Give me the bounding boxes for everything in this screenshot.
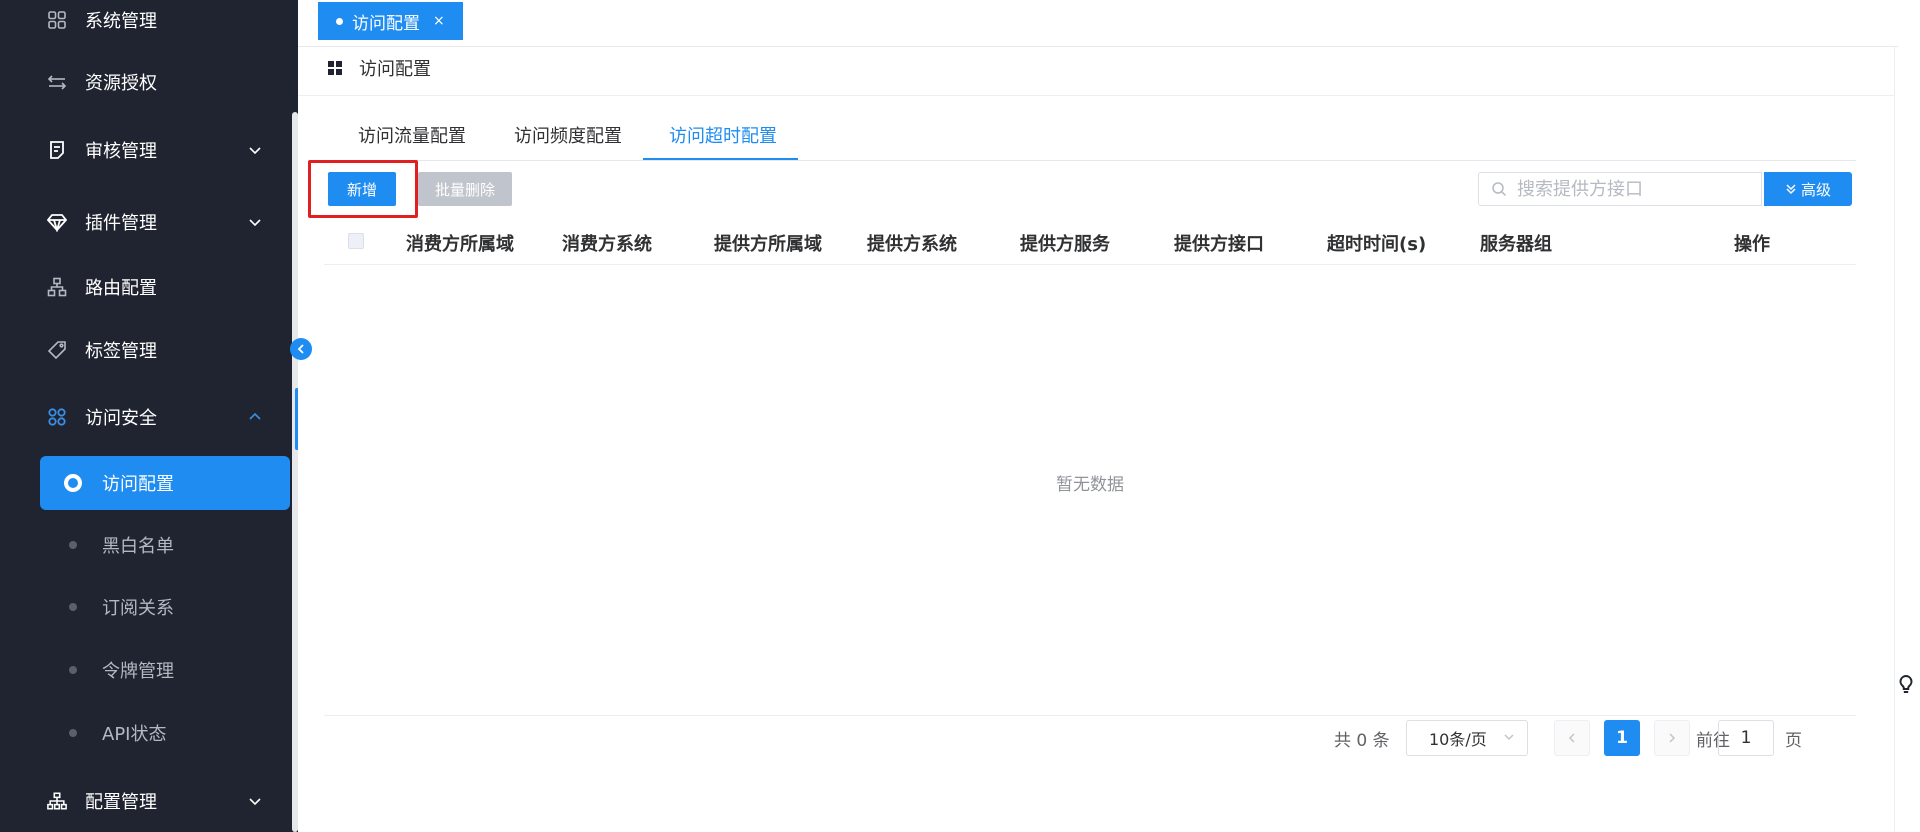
sidebar-subitem-label: 订阅关系 <box>102 598 174 619</box>
advanced-search-button[interactable]: 高级 <box>1764 172 1852 206</box>
sidebar-subitem-tokens[interactable]: 令牌管理 <box>40 643 290 697</box>
diamond-icon <box>47 212 67 232</box>
active-tab-indicator <box>643 158 798 160</box>
tab-traffic-config[interactable]: 访问流量配置 <box>358 110 466 160</box>
search-icon <box>1492 182 1507 197</box>
column-header[interactable]: 提供方系统 <box>867 222 957 264</box>
sidebar-item-tags[interactable]: 标签管理 <box>0 321 298 379</box>
advanced-search-label: 高级 <box>1800 180 1831 199</box>
sidebar-item-access-security[interactable]: 访问安全 <box>0 388 298 446</box>
tag-dot-icon <box>336 17 343 25</box>
bullet-icon <box>69 541 77 549</box>
bullet-icon <box>69 603 77 611</box>
page-size-select[interactable]: 10条/页 <box>1406 720 1528 756</box>
tag-bar: 访问配置 × <box>298 0 1898 47</box>
sidebar-subitem-blackwhite-list[interactable]: 黑白名单 <box>40 518 290 572</box>
sidebar-item-system[interactable]: 系统管理 <box>0 0 298 49</box>
sidebar-item-audit[interactable]: 审核管理 <box>0 121 298 179</box>
page-tag-label: 访问配置 <box>352 13 420 34</box>
goto-page-input[interactable]: 1 <box>1718 720 1774 756</box>
sidebar-item-label: 路由配置 <box>85 278 157 299</box>
column-header[interactable]: 提供方接口 <box>1174 222 1264 264</box>
sidebar-item-config-management[interactable]: 配置管理 <box>0 772 298 830</box>
collapse-sidebar-button[interactable] <box>290 338 312 360</box>
column-header[interactable]: 提供方服务 <box>1020 222 1110 264</box>
page-size-value: 10条/页 <box>1429 730 1487 749</box>
bullet-icon <box>69 666 77 674</box>
chevron-right-icon <box>1669 733 1676 743</box>
config-tabs: 访问流量配置 访问频度配置 访问超时配置 <box>332 110 1856 161</box>
active-indicator-icon <box>64 474 82 492</box>
sidebar-subitem-api-status[interactable]: API状态 <box>40 706 290 760</box>
chevron-left-icon <box>1568 733 1575 743</box>
double-chevron-down-icon <box>1786 184 1796 195</box>
sidebar-subitem-subscriptions[interactable]: 订阅关系 <box>40 580 290 634</box>
search-box[interactable] <box>1478 172 1762 206</box>
sidebar-subitem-access-config[interactable]: 访问配置 <box>40 456 290 510</box>
sidebar: 系统管理 资源授权 审核管理 插件管理 路由配置 标签管理 访问安全 访问配置 … <box>0 0 298 832</box>
column-header[interactable]: 超时时间(s) <box>1327 222 1426 264</box>
select-all-checkbox[interactable] <box>348 233 364 249</box>
breadcrumb: 访问配置 <box>328 52 431 84</box>
close-icon[interactable]: × <box>433 13 445 29</box>
sidebar-item-resource-auth[interactable]: 资源授权 <box>0 53 298 111</box>
sidebar-item-label: 标签管理 <box>85 341 157 362</box>
column-header[interactable]: 消费方所属域 <box>406 222 514 264</box>
batch-delete-button[interactable]: 批量删除 <box>418 172 512 206</box>
page-number-current[interactable]: 1 <box>1604 720 1640 756</box>
grid-icon <box>47 10 67 30</box>
chevron-left-icon <box>297 344 304 354</box>
column-header[interactable]: 操作 <box>1734 222 1770 264</box>
sidebar-item-label: 系统管理 <box>85 11 157 32</box>
swap-arrows-icon <box>47 72 67 92</box>
sidebar-subitem-label: API状态 <box>102 724 167 745</box>
tag-icon <box>47 340 67 360</box>
sidebar-item-label: 访问安全 <box>85 408 157 429</box>
chevron-up-icon <box>246 408 264 426</box>
grid-icon <box>328 60 343 76</box>
chevron-down-icon <box>1504 734 1514 741</box>
tab-timeout-config[interactable]: 访问超时配置 <box>669 110 777 160</box>
bullet-icon <box>69 729 77 737</box>
total-count: 共 0 条 <box>1334 730 1390 751</box>
table-bottom-border <box>324 715 1856 716</box>
page-title: 访问配置 <box>359 59 431 80</box>
add-button[interactable]: 新增 <box>328 172 396 206</box>
chevron-down-icon <box>246 213 264 231</box>
lightbulb-icon[interactable] <box>1898 674 1914 696</box>
search-input[interactable] <box>1515 177 1749 201</box>
sidebar-item-plugins[interactable]: 插件管理 <box>0 193 298 251</box>
sidebar-item-label: 审核管理 <box>85 141 157 162</box>
sidebar-item-label: 插件管理 <box>85 213 157 234</box>
content-divider <box>1894 46 1895 832</box>
sidebar-subitem-label: 令牌管理 <box>102 661 174 682</box>
apps-icon <box>47 407 67 427</box>
sidebar-subitem-label: 访问配置 <box>102 474 174 495</box>
table-header: 消费方所属域 消费方系统 提供方所属域 提供方系统 提供方服务 提供方接口 超时… <box>324 222 1856 265</box>
main-content: 访问配置 × 访问配置 访问流量配置 访问频度配置 访问超时配置 新增 批量删除… <box>298 0 1920 832</box>
chevron-down-icon <box>246 141 264 159</box>
divider <box>298 95 1894 96</box>
empty-table-text: 暂无数据 <box>1056 475 1124 495</box>
next-page-button[interactable] <box>1654 720 1690 756</box>
chevron-down-icon <box>246 792 264 810</box>
prev-page-button[interactable] <box>1554 720 1590 756</box>
sidebar-item-label: 资源授权 <box>85 73 157 94</box>
column-header[interactable]: 服务器组 <box>1480 222 1552 264</box>
sidebar-item-label: 配置管理 <box>85 792 157 813</box>
page-tag[interactable]: 访问配置 × <box>318 2 463 40</box>
sidebar-item-routing[interactable]: 路由配置 <box>0 258 298 316</box>
org-chart-icon <box>47 791 67 811</box>
tab-frequency-config[interactable]: 访问频度配置 <box>514 110 622 160</box>
tree-icon <box>47 277 67 297</box>
column-header[interactable]: 消费方系统 <box>562 222 652 264</box>
sidebar-subitem-label: 黑白名单 <box>102 536 174 557</box>
goto-suffix: 页 <box>1785 730 1802 751</box>
column-header[interactable]: 提供方所属域 <box>714 222 822 264</box>
audit-icon <box>47 140 67 160</box>
